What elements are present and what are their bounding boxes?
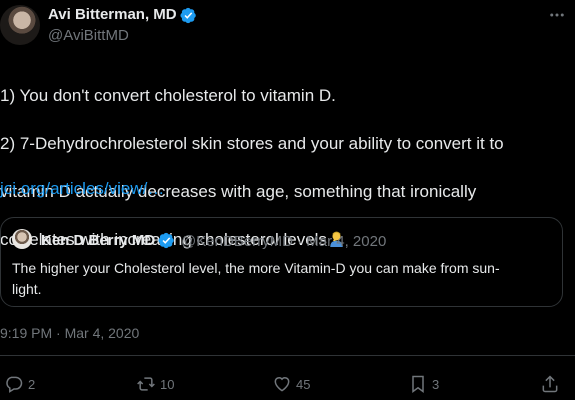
tweet-line: 1) You don't convert cholesterol to vita… xyxy=(0,86,336,105)
author-avatar[interactable] xyxy=(0,5,40,45)
verified-badge-icon xyxy=(158,232,174,249)
retweet-button[interactable]: 10 xyxy=(136,374,174,394)
reply-count: 2 xyxy=(28,376,36,392)
author-handle[interactable]: @AviBittMD xyxy=(48,27,129,44)
bookmark-button[interactable]: 3 xyxy=(408,374,439,394)
quote-text: The higher your Cholesterol level, the m… xyxy=(12,258,552,300)
share-icon xyxy=(542,375,558,393)
reply-button[interactable]: 2 xyxy=(4,374,35,394)
tweet-link[interactable]: jci.org/articles/view/… xyxy=(0,179,164,199)
quote-author-avatar xyxy=(12,229,32,249)
quote-author-name: Ken D Berry MD xyxy=(41,232,156,249)
verified-badge-icon xyxy=(180,7,196,24)
like-button[interactable]: 45 xyxy=(272,374,310,394)
author-name[interactable]: Avi Bitterman, MD xyxy=(48,6,177,23)
quoted-tweet-card[interactable]: Ken D Berry MD @KenDBerryMD · Mar 4, 202… xyxy=(0,217,563,307)
tweet-timestamp[interactable]: 9:19 PM · Mar 4, 2020 xyxy=(0,325,139,341)
quote-text-line: light. xyxy=(12,281,42,297)
quote-meta: @KenDBerryMD · Mar 4, 2020 xyxy=(181,233,387,250)
divider xyxy=(0,355,575,356)
share-button[interactable] xyxy=(540,374,560,394)
reply-icon xyxy=(6,376,23,393)
bookmark-icon xyxy=(412,375,424,393)
heart-icon xyxy=(274,377,290,392)
more-options-icon[interactable] xyxy=(548,6,566,24)
retweet-count: 10 xyxy=(160,376,175,392)
tweet-line: 2) 7-Dehydrochrolesterol skin stores and… xyxy=(0,134,504,153)
like-count: 45 xyxy=(296,376,311,392)
bookmark-count: 3 xyxy=(432,376,440,392)
retweet-icon xyxy=(137,377,155,391)
quote-text-line: The higher your Cholesterol level, the m… xyxy=(12,260,500,276)
